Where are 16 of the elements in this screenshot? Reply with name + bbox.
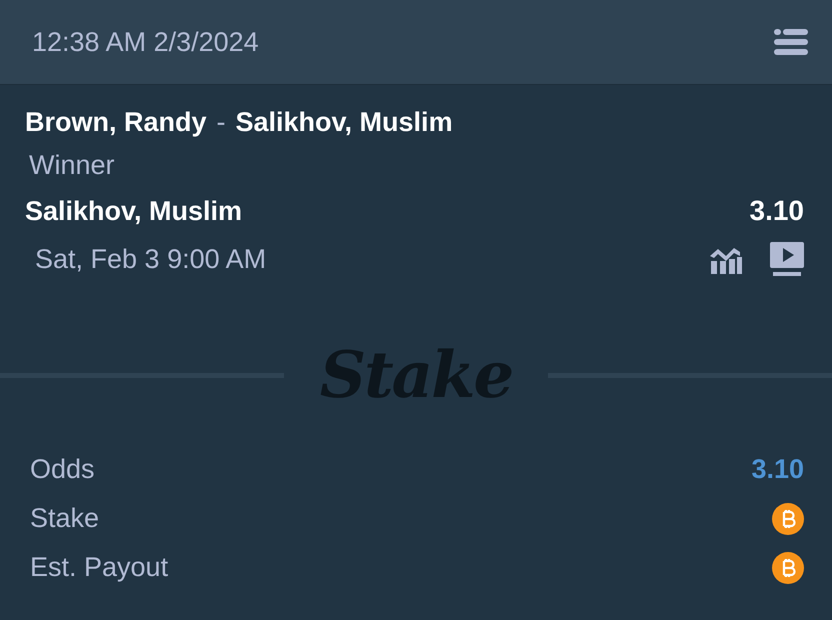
menu-button[interactable] [774,28,808,56]
timestamp: 12:38 AM 2/3/2024 [32,26,259,58]
selection-name: Salikhov, Muslim [25,196,242,226]
team-name: Brown, Randy [25,106,207,138]
team-name: Salikhov, Muslim [236,106,453,138]
event-time: Sat, Feb 3 9:00 AM [35,244,266,274]
odds-value: 3.10 [750,195,804,227]
market-name: Winner [29,150,115,180]
bitcoin-icon [772,552,804,584]
separator: - [216,106,226,138]
summary-label: Stake [30,503,100,534]
play-icon[interactable] [770,242,804,276]
summary-label: Est. Payout [30,552,168,583]
summary-label: Odds [30,454,95,485]
odds-total: 3.10 [751,454,804,485]
bitcoin-icon [772,502,804,534]
